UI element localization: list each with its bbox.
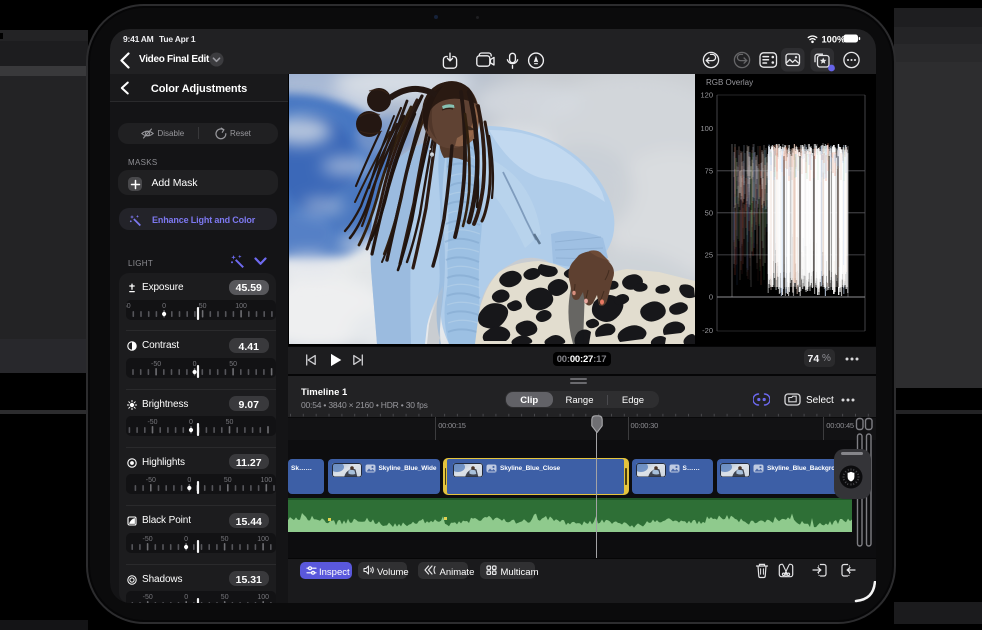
svg-text:50: 50 [220, 536, 228, 543]
svg-text:100%: 100% [822, 34, 847, 44]
svg-text:0: 0 [192, 361, 196, 368]
svg-text:-50: -50 [147, 419, 157, 426]
svg-text:100: 100 [235, 303, 247, 310]
svg-text:100: 100 [700, 124, 713, 133]
svg-text:RGB Overlay: RGB Overlay [706, 78, 753, 87]
svg-text:75: 75 [705, 166, 713, 175]
svg-text:0: 0 [189, 419, 193, 426]
svg-text:-50: -50 [142, 594, 152, 601]
svg-text:120: 120 [700, 91, 713, 100]
svg-text:-50: -50 [126, 303, 131, 310]
svg-text:50: 50 [220, 594, 228, 601]
svg-text:100: 100 [260, 477, 272, 484]
svg-text:0: 0 [187, 477, 191, 484]
svg-text:50: 50 [229, 361, 237, 368]
svg-text:-50: -50 [151, 361, 161, 368]
svg-text:0: 0 [184, 536, 188, 543]
svg-text:50: 50 [705, 208, 713, 217]
svg-text:0: 0 [709, 293, 713, 302]
svg-text:100: 100 [257, 594, 269, 601]
svg-text:0: 0 [162, 303, 166, 310]
svg-text:-50: -50 [142, 536, 152, 543]
svg-text:100: 100 [257, 536, 269, 543]
svg-text:-20: -20 [702, 326, 713, 335]
svg-text:0: 0 [184, 594, 188, 601]
svg-text:50: 50 [198, 303, 206, 310]
svg-text:50: 50 [223, 477, 231, 484]
svg-text:25: 25 [705, 250, 713, 259]
svg-text:-50: -50 [145, 477, 155, 484]
svg-text:50: 50 [225, 419, 233, 426]
